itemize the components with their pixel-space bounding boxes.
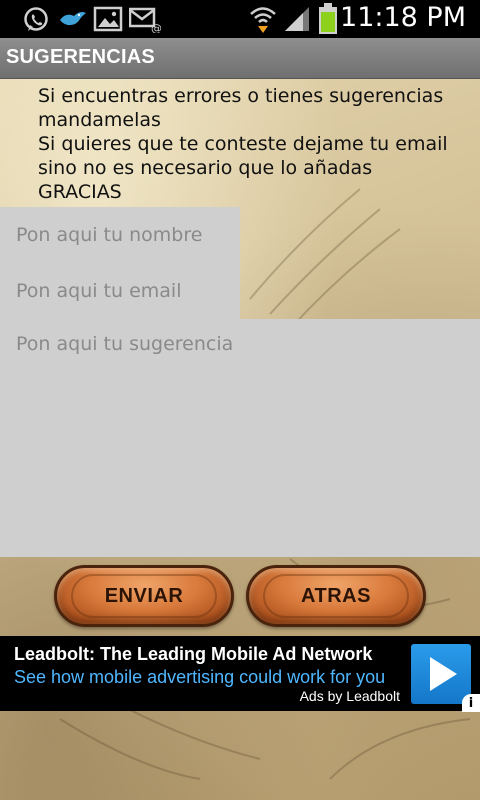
suggestion-textarea[interactable] <box>0 319 480 557</box>
gallery-icon <box>93 6 123 36</box>
title-bar: SUGERENCIAS <box>0 38 480 79</box>
ad-play-button[interactable] <box>411 644 471 704</box>
play-icon <box>430 657 457 691</box>
ad-title[interactable]: Leadbolt: The Leading Mobile Ad Network <box>14 644 372 665</box>
battery-icon <box>317 3 339 39</box>
instructions-line: Si encuentras errores o tienes sugerenci… <box>38 85 444 107</box>
ad-info-glyph: i <box>468 696 474 711</box>
bird-app-icon <box>58 8 88 34</box>
back-button-label: ATRAS <box>301 584 371 607</box>
ad-info-icon[interactable]: i <box>462 694 480 712</box>
page-title: SUGERENCIAS <box>6 46 155 68</box>
instructions-line: GRACIAS <box>38 181 122 203</box>
name-input[interactable] <box>0 207 240 263</box>
status-bar: @ 11:18 PM <box>0 0 480 38</box>
ad-attribution: Ads by Leadbolt <box>299 688 400 704</box>
instructions-line: sino no es necesario que lo añadas <box>38 157 373 179</box>
instructions-line: Si quieres que te conteste dejame tu ema… <box>38 133 448 155</box>
instructions-line: mandamelas <box>38 109 161 131</box>
send-button[interactable]: ENVIAR <box>54 565 234 627</box>
signal-icon <box>283 6 311 36</box>
instructions-text: Si encuentras errores o tienes sugerenci… <box>38 84 468 204</box>
whatsapp-icon <box>22 6 50 38</box>
ad-banner[interactable]: Leadbolt: The Leading Mobile Ad Network … <box>0 636 480 711</box>
back-button[interactable]: ATRAS <box>246 565 426 627</box>
email-input[interactable] <box>0 263 240 319</box>
wifi-icon <box>249 4 277 38</box>
email-icon: @ <box>128 7 162 37</box>
svg-text:@: @ <box>151 22 161 33</box>
clock: 11:18 PM <box>340 2 466 33</box>
ad-subtitle[interactable]: See how mobile advertising could work fo… <box>14 667 385 688</box>
send-button-label: ENVIAR <box>104 584 184 607</box>
